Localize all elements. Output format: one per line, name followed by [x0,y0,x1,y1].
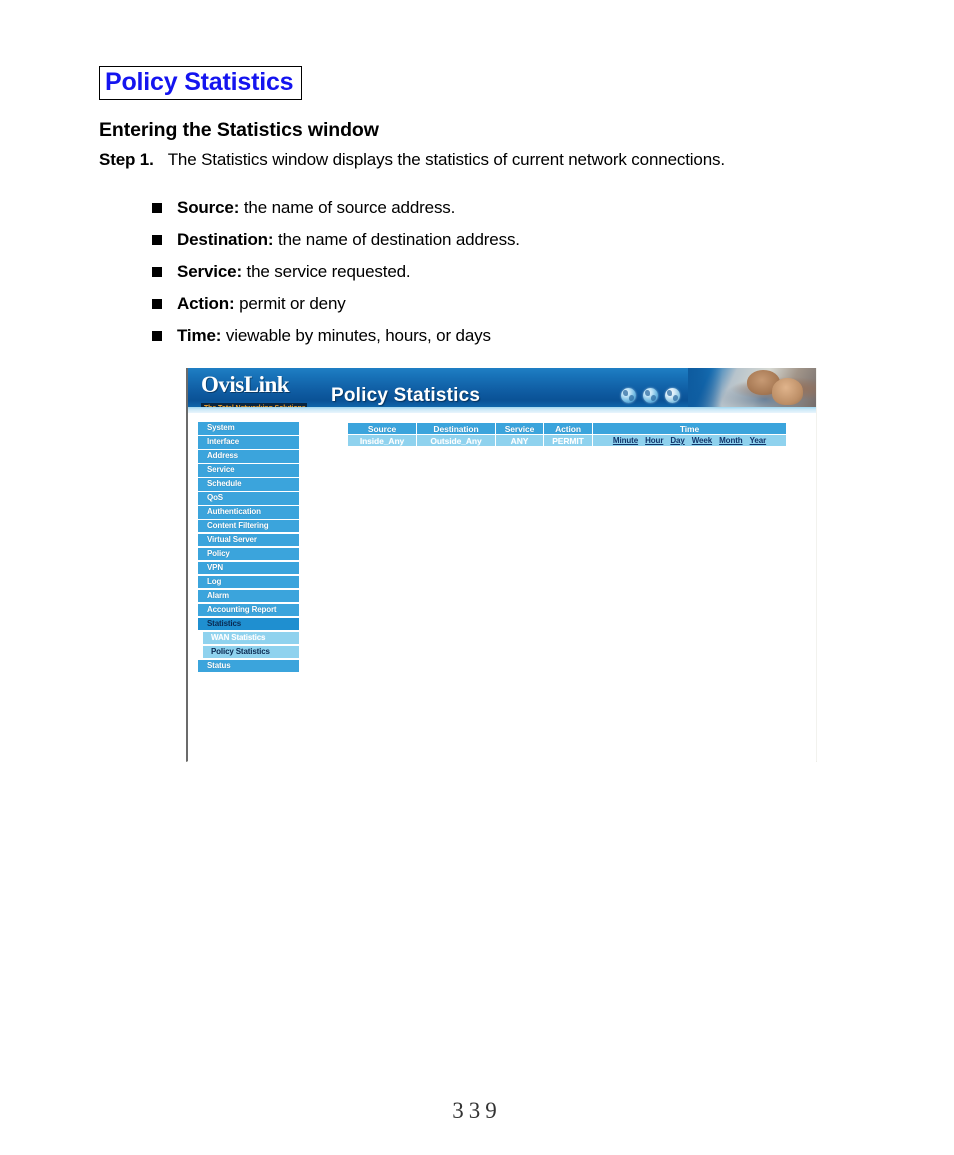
square-bullet-icon [152,331,162,341]
sidebar-nav: System Interface Address Service Schedul… [198,422,299,674]
sidebar-item-schedule[interactable]: Schedule [198,477,299,491]
sidebar-item-content-filtering[interactable]: Content Filtering [198,519,299,533]
section-heading: Entering the Statistics window [99,119,379,141]
bullet-desc: viewable by minutes, hours, or days [225,326,491,345]
time-link-day[interactable]: Day [670,436,684,445]
sidebar-item-interface[interactable]: Interface [198,435,299,449]
photo-fade-overlay [688,368,722,408]
globe-icon[interactable] [665,388,680,403]
globe-icon[interactable] [643,388,658,403]
column-header-action: Action [543,422,593,435]
list-item: Service: the service requested. [152,256,520,288]
column-header-time: Time [592,422,787,435]
sidebar-item-address[interactable]: Address [198,449,299,463]
bullet-desc: the name of source address. [243,198,456,217]
list-item: Time: viewable by minutes, hours, or day… [152,320,520,352]
bullet-desc: the name of destination address. [278,230,520,249]
bullet-term: Destination: [177,230,274,249]
globe-icon[interactable] [621,388,636,403]
app-banner: OvisLink The Total Networking Solutions … [188,368,816,413]
banner-icon-group [621,388,680,403]
time-link-year[interactable]: Year [750,436,767,445]
embedded-screenshot: OvisLink The Total Networking Solutions … [186,368,817,762]
sidebar-item-accounting-report[interactable]: Accounting Report [198,603,299,617]
policy-statistics-table: Source Destination Service Action Time I… [347,422,787,447]
feature-bullet-list: Source: the name of source address. Dest… [152,192,520,352]
cell-action: PERMIT [543,434,593,447]
column-header-service: Service [495,422,544,435]
step-label: Step 1. [99,150,154,169]
square-bullet-icon [152,235,162,245]
time-link-minute[interactable]: Minute [613,436,638,445]
sidebar-item-log[interactable]: Log [198,575,299,589]
list-item: Action: permit or deny [152,288,520,320]
sidebar-item-virtual-server[interactable]: Virtual Server [198,533,299,547]
step-text: The Statistics window displays the stati… [167,150,725,169]
bullet-desc: permit or deny [239,294,346,313]
sidebar-item-authentication[interactable]: Authentication [198,505,299,519]
list-item: Destination: the name of destination add… [152,224,520,256]
list-item: Source: the name of source address. [152,192,520,224]
bullet-term: Action: [177,294,235,313]
sidebar-item-system[interactable]: System [198,422,299,435]
sidebar-item-status[interactable]: Status [198,659,299,673]
column-header-destination: Destination [416,422,496,435]
step-line: Step 1. The Statistics window displays th… [99,150,725,170]
page-number: 339 [452,1098,502,1123]
app-body: System Interface Address Service Schedul… [188,413,816,762]
bullet-desc: the service requested. [246,262,411,281]
cell-destination: Outside_Any [416,434,496,447]
bullet-term: Time: [177,326,222,345]
sidebar-item-wan-statistics[interactable]: WAN Statistics [203,631,299,645]
square-bullet-icon [152,267,162,277]
sidebar-item-alarm[interactable]: Alarm [198,589,299,603]
app-banner-title: Policy Statistics [331,385,481,406]
sidebar-item-service[interactable]: Service [198,463,299,477]
sidebar-item-policy-statistics[interactable]: Policy Statistics [203,645,299,659]
square-bullet-icon [152,299,162,309]
sidebar-item-statistics[interactable]: Statistics [198,617,299,631]
banner-photo-image [688,368,816,408]
time-link-hour[interactable]: Hour [645,436,663,445]
square-bullet-icon [152,203,162,213]
sidebar-item-vpn[interactable]: VPN [198,561,299,575]
cell-service: ANY [495,434,544,447]
time-link-week[interactable]: Week [692,436,712,445]
bullet-term: Service: [177,262,242,281]
sidebar-item-qos[interactable]: QoS [198,491,299,505]
logo-wordmark: OvisLink [201,372,290,397]
cell-source: Inside_Any [347,434,417,447]
table-header-row: Source Destination Service Action Time [347,422,787,435]
cell-time: Minute Hour Day Week Month Year [592,434,787,447]
time-link-month[interactable]: Month [719,436,743,445]
time-range-links: Minute Hour Day Week Month Year [593,436,786,445]
sidebar-item-policy[interactable]: Policy [198,547,299,561]
page-title: Policy Statistics [99,66,303,100]
table-row: Inside_Any Outside_Any ANY PERMIT Minute… [347,434,787,447]
column-header-source: Source [347,422,417,435]
bullet-term: Source: [177,198,240,217]
